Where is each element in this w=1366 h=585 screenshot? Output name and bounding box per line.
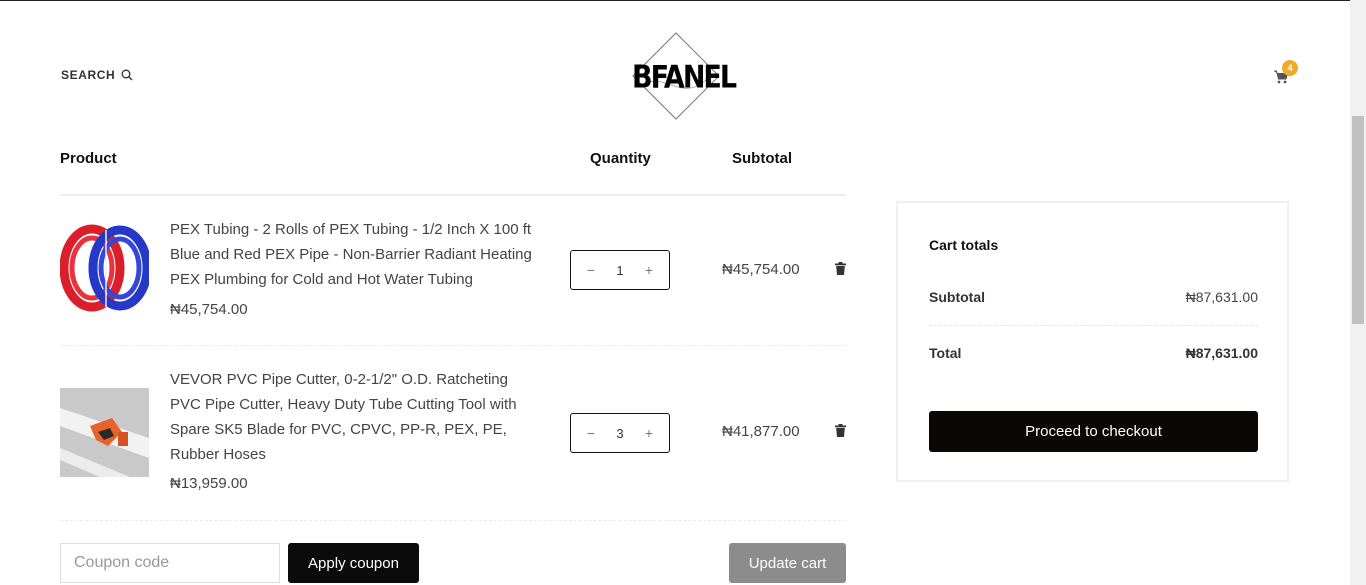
product-unit-price: ₦13,959.00 xyxy=(170,475,248,492)
cart-count-badge: 4 xyxy=(1282,60,1298,76)
quantity-stepper: − 1 + xyxy=(570,250,670,290)
column-header-subtotal: Subtotal xyxy=(732,150,792,167)
apply-coupon-button[interactable]: Apply coupon xyxy=(288,543,419,583)
totals-subtotal-label: Subtotal xyxy=(929,289,985,305)
quantity-decrease-button[interactable]: − xyxy=(585,262,597,278)
product-thumbnail[interactable] xyxy=(60,224,149,313)
pipe-cutter-image xyxy=(60,388,149,477)
update-cart-button[interactable]: Update cart xyxy=(729,543,846,583)
logo-wordmark: BFANEL xyxy=(632,59,737,96)
cart-totals-panel: Cart totals Subtotal ₦87,631.00 Total ₦8… xyxy=(896,201,1289,482)
totals-total-label: Total xyxy=(929,345,962,361)
totals-divider xyxy=(929,325,1258,326)
top-border xyxy=(0,0,1350,1)
pex-tubing-image xyxy=(60,224,149,312)
quantity-increase-button[interactable]: + xyxy=(643,262,655,278)
proceed-to-checkout-button[interactable]: Proceed to checkout xyxy=(929,411,1258,452)
line-subtotal: ₦45,754.00 xyxy=(722,261,800,278)
quantity-input[interactable]: 3 xyxy=(605,426,635,441)
search-toggle[interactable]: SEARCH xyxy=(61,68,133,82)
site-logo[interactable]: BFANEL xyxy=(632,32,737,120)
quantity-increase-button[interactable]: + xyxy=(643,425,655,441)
product-thumbnail[interactable] xyxy=(60,388,149,477)
product-unit-price: ₦45,754.00 xyxy=(170,301,248,318)
product-name-link[interactable]: VEVOR PVC Pipe Cutter, 0-2-1/2" O.D. Rat… xyxy=(170,367,542,467)
totals-total-value: ₦87,631.00 xyxy=(1185,345,1258,361)
cart-totals-title: Cart totals xyxy=(929,237,999,253)
totals-total-row: Total ₦87,631.00 xyxy=(929,345,1258,361)
scrollbar-thumb[interactable] xyxy=(1352,116,1364,324)
quantity-decrease-button[interactable]: − xyxy=(585,425,597,441)
trash-icon[interactable] xyxy=(835,424,846,437)
column-header-quantity: Quantity xyxy=(590,150,651,167)
cart-item-row: PEX Tubing - 2 Rolls of PEX Tubing - 1/2… xyxy=(60,196,846,346)
search-icon xyxy=(121,69,133,81)
cart-item-row: VEVOR PVC Pipe Cutter, 0-2-1/2" O.D. Rat… xyxy=(60,346,846,521)
totals-subtotal-row: Subtotal ₦87,631.00 xyxy=(929,289,1258,305)
line-subtotal: ₦41,877.00 xyxy=(722,423,800,440)
column-header-product: Product xyxy=(60,150,117,167)
trash-icon[interactable] xyxy=(835,262,846,275)
totals-subtotal-value: ₦87,631.00 xyxy=(1185,289,1258,305)
product-name-link[interactable]: PEX Tubing - 2 Rolls of PEX Tubing - 1/2… xyxy=(170,217,542,292)
coupon-code-input[interactable] xyxy=(60,543,280,583)
search-label: SEARCH xyxy=(61,68,116,82)
quantity-input[interactable]: 1 xyxy=(605,263,635,278)
quantity-stepper: − 3 + xyxy=(570,413,670,453)
